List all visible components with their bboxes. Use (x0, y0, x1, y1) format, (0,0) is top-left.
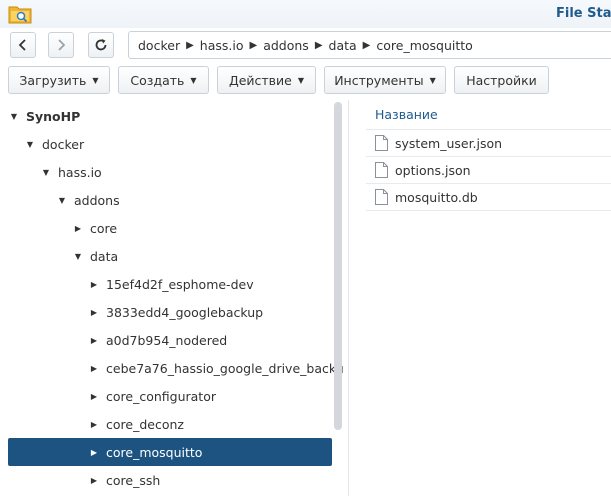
tree-node-nodered[interactable]: ▶ a0d7b954_nodered (88, 327, 227, 353)
tree-node-core-deconz[interactable]: ▶ core_deconz (88, 411, 184, 437)
tree-node-core[interactable]: ▶ core (72, 215, 117, 241)
caret-down-icon[interactable]: ▼ (8, 112, 20, 121)
caret-right-icon[interactable]: ▶ (88, 364, 100, 373)
breadcrumb-separator-icon: ▶ (249, 39, 258, 51)
file-icon (375, 135, 388, 151)
action-label: Действие (228, 72, 292, 88)
caret-right-icon[interactable]: ▶ (88, 476, 100, 485)
tree-scrollbar[interactable] (334, 102, 342, 430)
tree-node-label: addons (74, 192, 120, 208)
file-row[interactable]: options.json (366, 157, 611, 184)
tree-node-label: hass.io (58, 164, 102, 180)
caret-right-icon[interactable]: ▶ (88, 392, 100, 401)
breadcrumb-separator-icon: ▶ (362, 39, 371, 51)
refresh-icon (95, 39, 107, 51)
tree-node-label: docker (42, 136, 85, 152)
forward-button[interactable] (48, 32, 74, 58)
folder-tree: ▼ SynoHP ▼ docker ▼ hass.io ▼ addons ▶ core ▼… (0, 100, 344, 496)
breadcrumb-docker[interactable]: docker (137, 38, 181, 53)
breadcrumb-separator-icon: ▶ (314, 39, 323, 51)
tools-label: Инструменты (334, 72, 424, 88)
column-header-label: Название (375, 107, 438, 122)
tree-node-data[interactable]: ▼ data (72, 243, 118, 269)
tree-node-label: core_ssh (106, 472, 161, 488)
tree-node-label: 15ef4d2f_esphome-dev (106, 276, 254, 292)
caret-down-icon: ▼ (429, 75, 436, 85)
upload-button[interactable]: Загрузить ▼ (8, 66, 110, 94)
file-row[interactable]: system_user.json (366, 130, 611, 157)
tree-node-label: cebe7a76_hassio_google_drive_backup (106, 360, 344, 376)
tree-node-google-drive-backup[interactable]: ▶ cebe7a76_hassio_google_drive_backup (88, 355, 344, 381)
tree-node-label: data (90, 248, 119, 264)
breadcrumb-addons[interactable]: addons (262, 38, 310, 53)
tree-node-synohp[interactable]: ▼ SynoHP (8, 103, 80, 129)
tree-node-core-configurator[interactable]: ▶ core_configurator (88, 383, 216, 409)
caret-down-icon[interactable]: ▼ (56, 196, 68, 205)
chevron-left-icon (18, 39, 26, 51)
breadcrumb-hassio[interactable]: hass.io (199, 38, 245, 53)
caret-down-icon: ▼ (297, 75, 305, 85)
tree-node-label: SynoHP (26, 108, 81, 124)
create-label: Создать (130, 72, 185, 88)
tree-node-esphome-dev[interactable]: ▶ 15ef4d2f_esphome-dev (88, 271, 254, 297)
create-button[interactable]: Создать ▼ (118, 66, 209, 94)
caret-down-icon[interactable]: ▼ (24, 140, 36, 149)
caret-down-icon[interactable]: ▼ (40, 168, 52, 177)
file-name: system_user.json (395, 135, 503, 151)
window-title: File Sta (556, 6, 611, 21)
settings-button[interactable]: Настройки (454, 66, 549, 94)
caret-down-icon[interactable]: ▼ (72, 252, 84, 261)
back-button[interactable] (10, 32, 36, 58)
caret-right-icon[interactable]: ▶ (72, 224, 84, 233)
navigation-bar: docker ▶ hass.io ▶ addons ▶ data ▶ core_… (0, 28, 611, 60)
file-icon (375, 162, 388, 178)
toolbar: Загрузить ▼ Создать ▼ Действие ▼ Инструмент… (0, 66, 611, 94)
tree-node-label: core_mosquitto (106, 444, 203, 460)
tree-node-label: core_deconz (106, 416, 184, 432)
pane-splitter[interactable] (348, 100, 349, 496)
upload-label: Загрузить (19, 72, 87, 88)
title-bar: File Sta (0, 0, 611, 28)
file-station-icon (8, 6, 32, 24)
caret-down-icon: ▼ (92, 75, 99, 85)
file-icon (375, 189, 388, 205)
file-list: Название system_user.json options.json m… (366, 100, 611, 496)
tree-node-googlebackup[interactable]: ▶ 3833edd4_googlebackup (88, 299, 263, 325)
tree-node-label: a0d7b954_nodered (106, 332, 228, 348)
path-bar[interactable]: docker ▶ hass.io ▶ addons ▶ data ▶ core_… (128, 31, 611, 59)
caret-right-icon[interactable]: ▶ (88, 420, 100, 429)
tree-node-label: 3833edd4_googlebackup (106, 304, 264, 320)
settings-label: Настройки (466, 72, 537, 88)
caret-right-icon[interactable]: ▶ (88, 308, 100, 317)
tree-node-core-ssh[interactable]: ▶ core_ssh (88, 467, 160, 493)
file-row[interactable]: mosquitto.db (366, 184, 611, 211)
tools-button[interactable]: Инструменты ▼ (324, 66, 446, 94)
caret-down-icon: ▼ (190, 75, 197, 85)
tree-node-label: core (90, 220, 118, 236)
file-name: mosquitto.db (395, 189, 478, 205)
chevron-right-icon (58, 39, 66, 51)
file-name: options.json (395, 162, 471, 178)
tree-node-label: core_configurator (106, 388, 216, 404)
breadcrumb-core-mosquitto[interactable]: core_mosquitto (375, 38, 473, 53)
caret-right-icon[interactable]: ▶ (88, 448, 100, 457)
breadcrumb-separator-icon: ▶ (186, 39, 194, 51)
tree-node-docker[interactable]: ▼ docker (24, 131, 84, 157)
tree-node-hassio[interactable]: ▼ hass.io (40, 159, 102, 185)
action-button[interactable]: Действие ▼ (217, 66, 316, 94)
column-header-name[interactable]: Название (366, 100, 611, 130)
caret-right-icon[interactable]: ▶ (88, 336, 100, 345)
tree-node-addons[interactable]: ▼ addons (56, 187, 120, 213)
tree-node-core-mosquitto[interactable]: ▶ core_mosquitto (8, 438, 332, 466)
breadcrumb-data[interactable]: data (328, 38, 358, 53)
caret-right-icon[interactable]: ▶ (88, 280, 100, 289)
refresh-button[interactable] (88, 32, 114, 58)
